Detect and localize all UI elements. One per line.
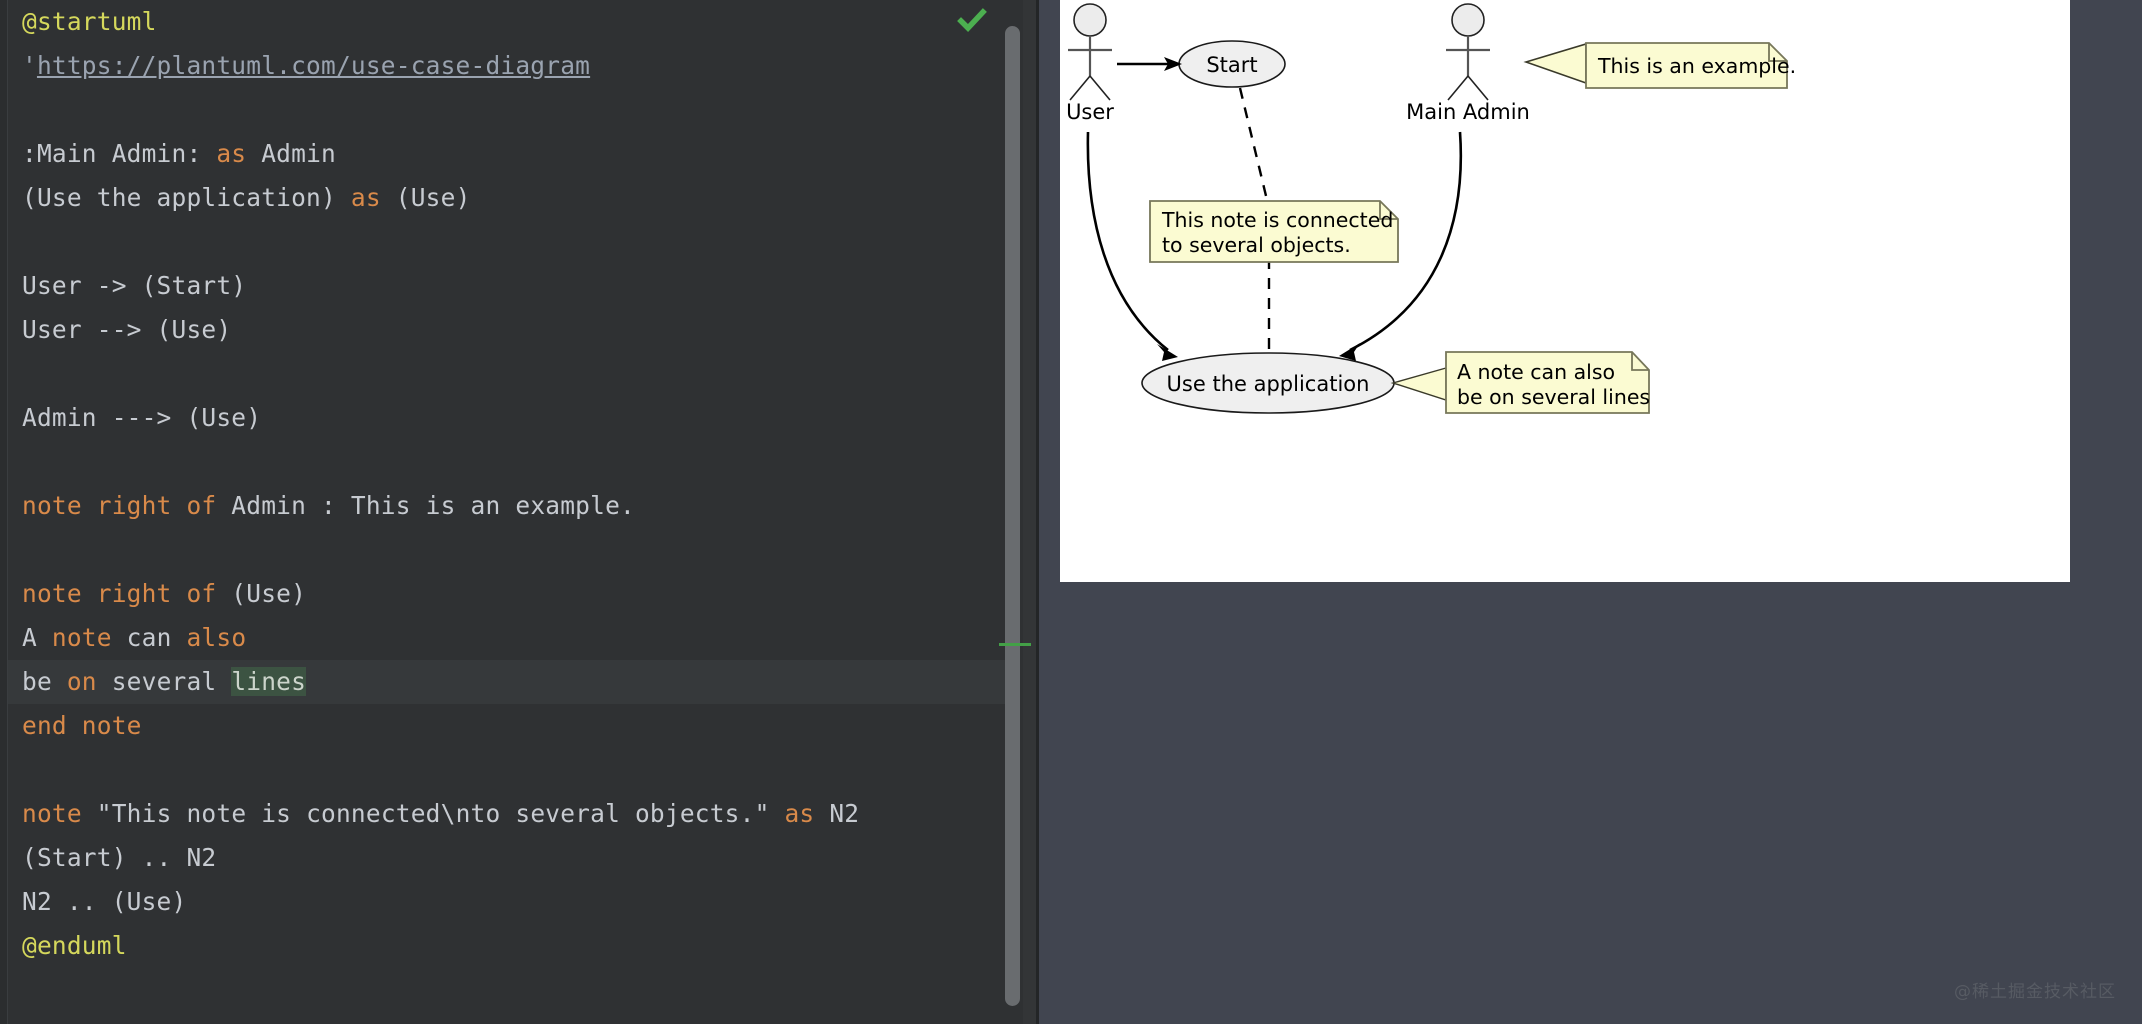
code-token: as: [350, 183, 381, 212]
scrollbar-thumb[interactable]: [1005, 26, 1020, 1006]
usecase-use-the-application: Use the application: [1141, 352, 1395, 414]
link-user-to-start: [1117, 57, 1182, 71]
code-token: Admin ---> (Use): [22, 403, 262, 432]
code-line-17[interactable]: end note: [8, 704, 1018, 748]
code-token: note right of: [22, 491, 217, 520]
code-token: @enduml: [22, 931, 127, 960]
code-line-1[interactable]: @startuml: [8, 0, 1018, 44]
note-multiline-line-1: A note can also: [1457, 360, 1615, 384]
code-token: (Use): [216, 579, 307, 608]
code-line-13[interactable]: [8, 528, 1018, 572]
code-line-18[interactable]: [8, 748, 1018, 792]
code-token: on: [66, 667, 97, 696]
code-line-15[interactable]: A note can also: [8, 616, 1018, 660]
code-token: lines: [231, 667, 307, 696]
actor-user-label: User: [1066, 100, 1114, 124]
app-root: @startuml 'https://plantuml.com/use-case-…: [0, 0, 2142, 1024]
note-n2: This note is connected to several object…: [1149, 200, 1399, 263]
actor-main-admin-label: Main Admin: [1406, 100, 1530, 124]
note-multiline: A note can also be on several lines: [1390, 351, 1650, 414]
note-n2-line-1: This note is connected: [1161, 208, 1393, 232]
code-line-6[interactable]: [8, 220, 1018, 264]
code-token: N2: [814, 799, 860, 828]
code-line-14[interactable]: note right of (Use): [8, 572, 1018, 616]
scrollbar-change-marker: [999, 643, 1031, 646]
code-line-21[interactable]: N2 .. (Use): [8, 880, 1018, 924]
code-line-2[interactable]: 'https://plantuml.com/use-case-diagram: [8, 44, 1018, 88]
code-token: Admin: [246, 139, 336, 168]
code-token: can: [111, 623, 187, 652]
note-n2-line-2: to several objects.: [1162, 233, 1351, 257]
watermark: @稀土掘金技术社区: [1954, 982, 2116, 1002]
code-token: note right of: [22, 579, 217, 608]
code-line-20[interactable]: (Start) .. N2: [8, 836, 1018, 880]
code-token: as: [784, 799, 815, 828]
syntax-valid-check-icon: [957, 6, 987, 36]
code-token: "This note is connected\nto several obje…: [81, 799, 785, 828]
code-token: (Start) .. N2: [22, 843, 217, 872]
code-token: User -> (Start): [22, 271, 247, 300]
code-token: several: [96, 667, 232, 696]
code-line-7[interactable]: User -> (Start): [8, 264, 1018, 308]
code-token: Admin : This is an example.: [216, 491, 635, 520]
code-token: as: [216, 139, 247, 168]
code-line-9[interactable]: [8, 352, 1018, 396]
code-token: also: [186, 623, 247, 652]
code-token: end note: [22, 711, 142, 740]
code-token: (Use the application): [22, 183, 351, 212]
diagram-preview-pane: User Main Admin Start Use the applicatio…: [1039, 0, 2142, 1024]
use-case-diagram-svg: User Main Admin Start Use the applicatio…: [1066, 3, 1796, 414]
note-example: This is an example.: [1523, 42, 1796, 89]
actor-main-admin: Main Admin: [1406, 3, 1530, 124]
code-token: be: [22, 667, 67, 696]
note-multiline-line-2: be on several lines: [1457, 385, 1650, 409]
note-example-line-1: This is an example.: [1597, 54, 1796, 78]
usecase-start: Start: [1178, 40, 1286, 88]
code-token: A: [22, 623, 52, 652]
diagram-canvas: User Main Admin Start Use the applicatio…: [1060, 0, 2070, 582]
code-token: https://plantuml.com/use-case-diagram: [36, 51, 591, 80]
editor-gutter: [0, 0, 8, 1024]
code-line-3[interactable]: [8, 88, 1018, 132]
code-line-12[interactable]: note right of Admin : This is an example…: [8, 484, 1018, 528]
code-token: @startuml: [22, 7, 157, 36]
code-line-4[interactable]: :Main Admin: as Admin: [8, 132, 1018, 176]
code-token: :Main Admin:: [22, 139, 217, 168]
code-line-11[interactable]: [8, 440, 1018, 484]
link-start-to-note-n2: [1238, 87, 1269, 201]
code-editor-pane[interactable]: @startuml 'https://plantuml.com/use-case-…: [0, 0, 1039, 1024]
usecase-use-label: Use the application: [1167, 372, 1370, 396]
code-line-16[interactable]: be on several lines: [8, 660, 1018, 704]
code-token: N2 .. (Use): [22, 887, 187, 916]
code-token: (Use): [380, 183, 471, 212]
code-token: note: [22, 799, 82, 828]
code-token: note: [51, 623, 112, 652]
code-line-10[interactable]: Admin ---> (Use): [8, 396, 1018, 440]
code-token: ': [22, 51, 37, 80]
actor-user: User: [1066, 3, 1114, 124]
code-line-19[interactable]: note "This note is connected\nto several…: [8, 792, 1018, 836]
usecase-start-label: Start: [1206, 53, 1257, 77]
code-line-8[interactable]: User --> (Use): [8, 308, 1018, 352]
code-text-area[interactable]: @startuml 'https://plantuml.com/use-case-…: [8, 0, 1018, 1024]
editor-scrollbar[interactable]: [1001, 0, 1023, 1024]
code-line-22[interactable]: @enduml: [8, 924, 1018, 968]
code-line-5[interactable]: (Use the application) as (Use): [8, 176, 1018, 220]
code-token: User --> (Use): [22, 315, 232, 344]
